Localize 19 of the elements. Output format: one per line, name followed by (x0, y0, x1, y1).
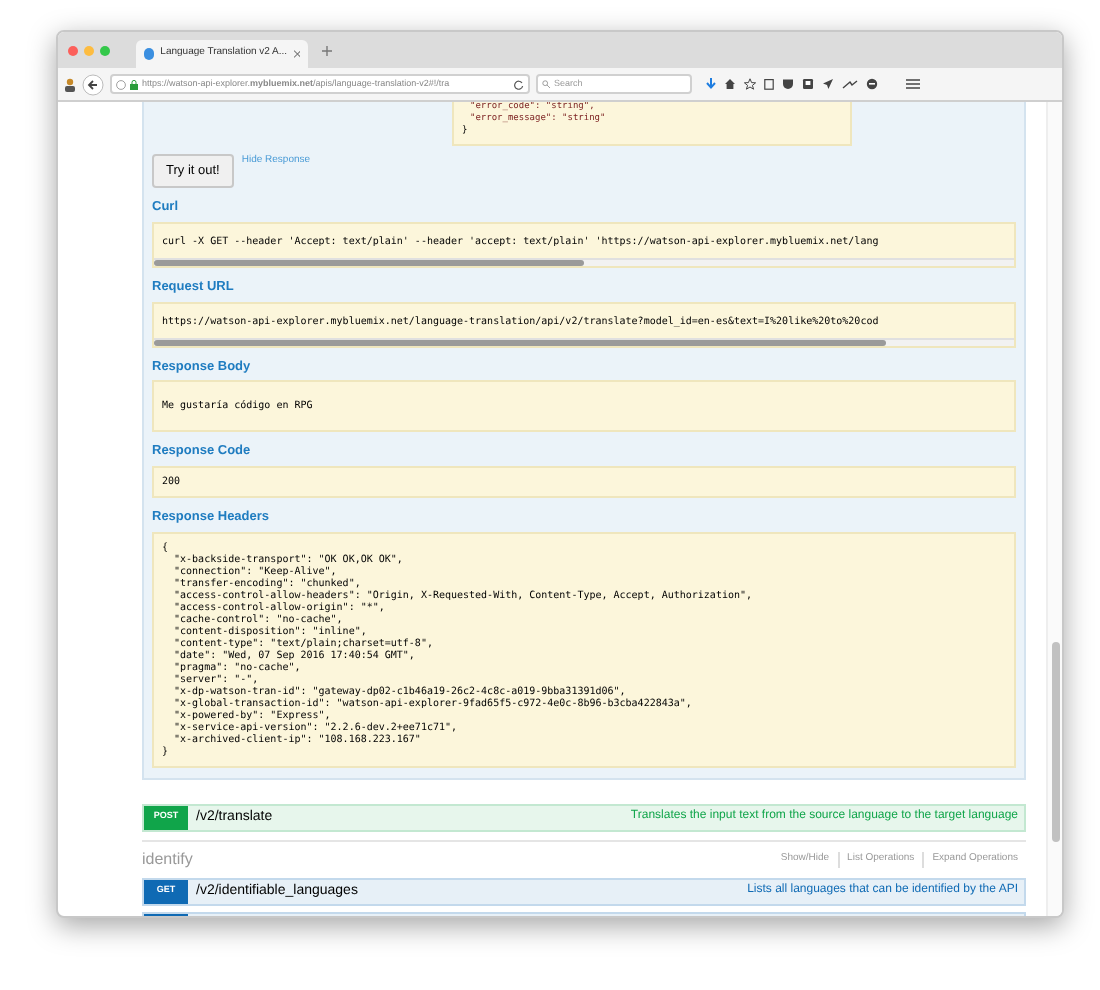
group-title: identify (142, 847, 193, 872)
close-icon[interactable] (293, 50, 300, 58)
lock-icon (130, 79, 138, 89)
scrollbar-thumb[interactable] (154, 259, 584, 266)
reload-icon[interactable] (514, 79, 524, 89)
menu-icon[interactable] (906, 78, 920, 90)
scrollbar-thumb[interactable] (154, 339, 885, 345)
shield-icon[interactable] (782, 78, 794, 90)
search-icon (542, 80, 550, 88)
back-icon[interactable] (82, 73, 104, 95)
person-icon[interactable] (64, 77, 76, 91)
scrollbar-thumb[interactable] (1051, 642, 1059, 842)
globe-icon (144, 48, 155, 60)
plus-icon[interactable] (322, 45, 332, 55)
download-icon[interactable] (706, 78, 716, 90)
book-icon[interactable] (802, 78, 814, 90)
send-icon[interactable] (822, 78, 834, 90)
star-icon[interactable] (744, 78, 756, 90)
home-icon[interactable] (724, 78, 736, 90)
